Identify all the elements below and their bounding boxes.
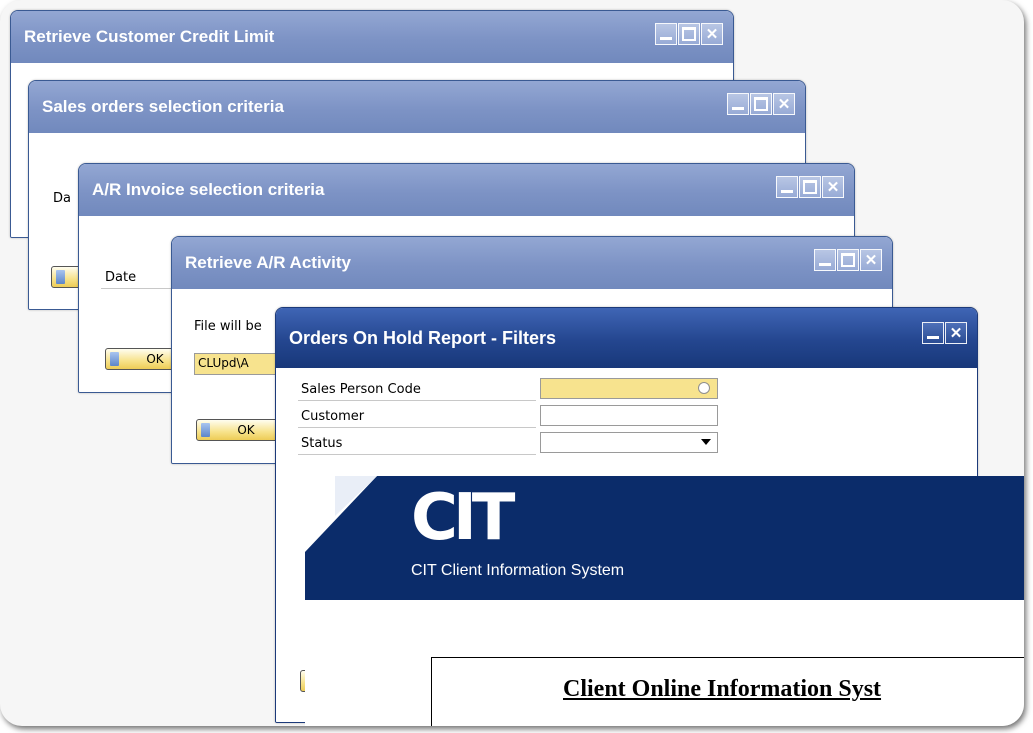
date-label: Date bbox=[105, 270, 137, 285]
customer-label: Customer bbox=[301, 409, 365, 424]
ok-label: OK bbox=[146, 352, 164, 366]
close-icon[interactable]: ✕ bbox=[773, 93, 795, 115]
invoice-criteria-title: A/R Invoice selection criteria bbox=[92, 180, 325, 199]
minimize-icon[interactable] bbox=[814, 249, 836, 271]
cit-subtitle: CIT Client Information System bbox=[411, 562, 625, 579]
sales-orders-titlebar[interactable]: Sales orders selection criteria ✕ bbox=[29, 81, 805, 133]
minimize-icon[interactable] bbox=[776, 176, 798, 198]
screenshot-frame: Retrieve Customer Credit Limit ✕ Sales o… bbox=[0, 0, 1024, 726]
diagonal-stripe bbox=[305, 476, 377, 552]
file-path-field[interactable]: CLUpd\A bbox=[194, 353, 284, 375]
close-icon[interactable]: ✕ bbox=[701, 23, 723, 45]
ar-activity-titlebar[interactable]: Retrieve A/R Activity ✕ bbox=[172, 237, 892, 289]
row-divider bbox=[298, 427, 536, 428]
sales-person-code-label: Sales Person Code bbox=[301, 382, 421, 397]
status-select[interactable] bbox=[540, 432, 718, 453]
orders-on-hold-titlebar[interactable]: Orders On Hold Report - Filters ✕ bbox=[276, 308, 977, 368]
date-label: Da bbox=[53, 191, 71, 206]
window-controls: ✕ bbox=[814, 249, 882, 271]
minimize-icon[interactable] bbox=[922, 322, 944, 344]
close-icon[interactable]: ✕ bbox=[822, 176, 844, 198]
maximize-icon[interactable] bbox=[799, 176, 821, 198]
sales-orders-title: Sales orders selection criteria bbox=[42, 97, 284, 116]
row-divider bbox=[101, 288, 181, 289]
cit-heading-box: Client Online Information Syst bbox=[431, 657, 1024, 726]
lookup-icon[interactable] bbox=[698, 382, 710, 394]
close-icon[interactable]: ✕ bbox=[860, 249, 882, 271]
cit-document-area: Client Online Information Syst bbox=[305, 600, 1024, 726]
window-controls: ✕ bbox=[655, 23, 723, 45]
window-controls: ✕ bbox=[727, 93, 795, 115]
sales-person-code-field[interactable] bbox=[540, 378, 718, 399]
window-controls: ✕ bbox=[776, 176, 844, 198]
minimize-icon[interactable] bbox=[655, 23, 677, 45]
window-controls: ✕ bbox=[922, 322, 967, 344]
chevron-down-icon[interactable] bbox=[701, 439, 711, 445]
maximize-icon[interactable] bbox=[750, 93, 772, 115]
close-icon[interactable]: ✕ bbox=[945, 322, 967, 344]
customer-field[interactable] bbox=[540, 405, 718, 426]
cit-banner: CIT CIT Client Information System bbox=[305, 476, 1024, 600]
row-divider bbox=[298, 454, 536, 455]
credit-limit-title: Retrieve Customer Credit Limit bbox=[24, 27, 275, 46]
cit-logo: CIT bbox=[411, 481, 515, 555]
status-label: Status bbox=[301, 436, 343, 451]
cit-heading: Client Online Information Syst bbox=[563, 676, 882, 702]
row-divider bbox=[298, 400, 536, 401]
ar-activity-title: Retrieve A/R Activity bbox=[185, 253, 351, 272]
credit-limit-titlebar[interactable]: Retrieve Customer Credit Limit ✕ bbox=[11, 11, 733, 63]
maximize-icon[interactable] bbox=[837, 249, 859, 271]
orders-on-hold-title: Orders On Hold Report - Filters bbox=[289, 327, 557, 348]
maximize-icon[interactable] bbox=[678, 23, 700, 45]
ok-label: OK bbox=[237, 423, 255, 437]
minimize-icon[interactable] bbox=[727, 93, 749, 115]
invoice-criteria-titlebar[interactable]: A/R Invoice selection criteria ✕ bbox=[79, 164, 854, 216]
file-will-be-label: File will be bbox=[194, 319, 262, 334]
